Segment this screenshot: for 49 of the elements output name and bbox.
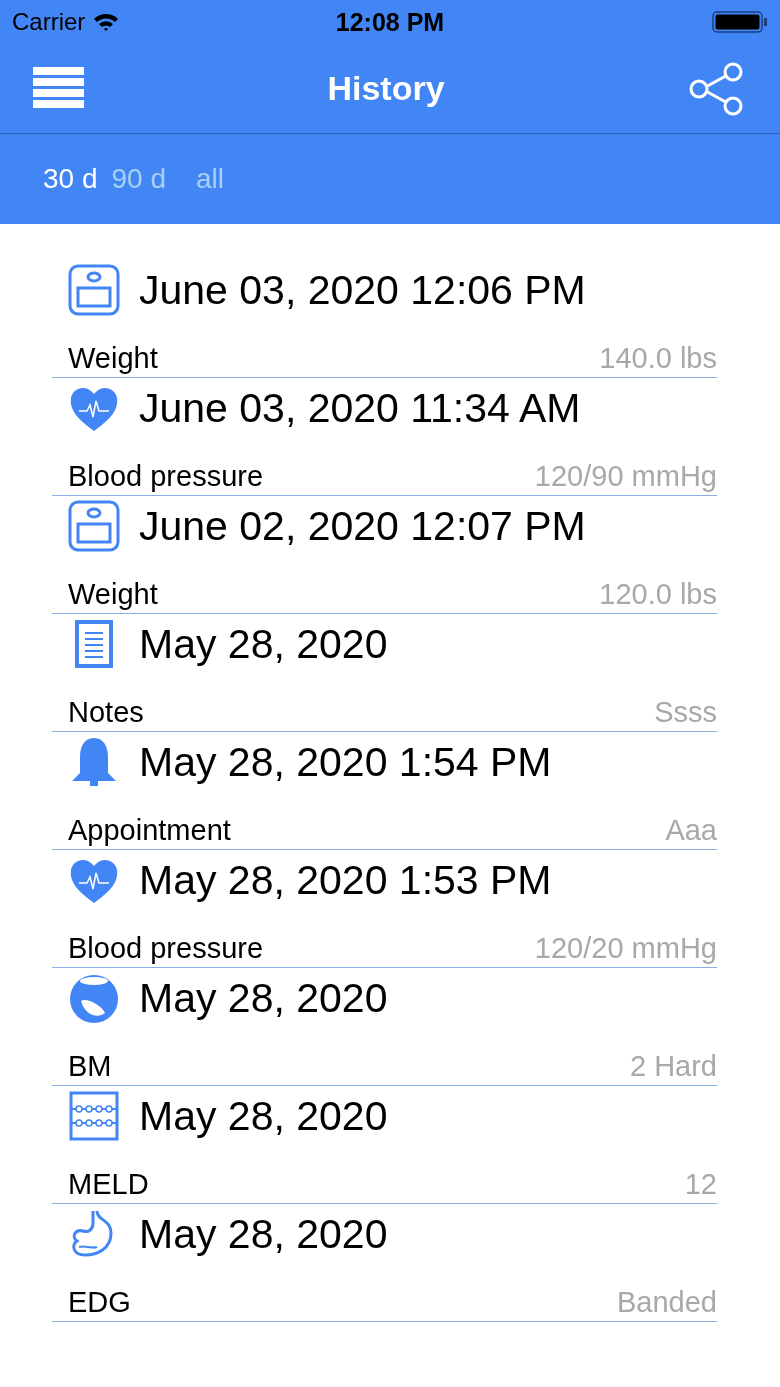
history-entry[interactable]: May 28, 2020 MELD 12	[52, 1086, 717, 1204]
screen-title: History	[327, 69, 445, 108]
entry-value: 2 Hard	[629, 1050, 717, 1083]
entry-date: May 28, 2020	[139, 974, 388, 1022]
battery-icon	[712, 10, 768, 34]
status-time: 12:08 PM	[335, 7, 445, 37]
share-icon	[688, 61, 744, 116]
entry-type: Weight	[68, 342, 158, 375]
scale-icon	[67, 263, 121, 317]
entry-date: May 28, 2020	[139, 1092, 388, 1140]
entry-date: May 28, 2020	[139, 1210, 388, 1258]
range-filter[interactable]: 30 d	[43, 163, 98, 195]
entry-value: 12	[684, 1168, 717, 1201]
entry-type: MELD	[68, 1168, 149, 1201]
entry-date: May 28, 2020	[139, 620, 388, 668]
entry-date: June 03, 2020 11:34 AM	[139, 384, 581, 432]
share-button[interactable]	[688, 61, 744, 116]
wifi-icon	[93, 12, 120, 32]
history-entry[interactable]: May 28, 2020 1:54 PM Appointment Aaa	[52, 732, 717, 850]
entry-value: 140.0 lbs	[599, 342, 717, 375]
entry-type: Weight	[68, 578, 158, 611]
entry-type: Blood pressure	[68, 932, 264, 965]
entry-date: June 03, 2020 12:06 PM	[139, 266, 586, 314]
entry-type: Blood pressure	[68, 460, 264, 493]
entry-type: EDG	[68, 1286, 131, 1319]
entry-value: Ssss	[654, 696, 717, 729]
history-entry[interactable]: June 03, 2020 11:34 AM Blood pressure 120/90 mmHg	[52, 378, 717, 496]
carrier-name: Carrier	[12, 8, 86, 36]
entry-type: Appointment	[68, 814, 231, 847]
history-entry[interactable]: June 03, 2020 12:06 PM Weight 140.0 lbs	[52, 260, 717, 378]
entry-date: June 02, 2020 12:07 PM	[139, 502, 586, 550]
entry-value: 120/90 mmHg	[534, 460, 717, 493]
entry-value: 120.0 lbs	[599, 578, 717, 611]
entry-value: 120/20 mmHg	[534, 932, 717, 965]
abacus-icon	[67, 1089, 121, 1143]
menu-button[interactable]	[33, 67, 84, 110]
entry-date: May 28, 2020 1:53 PM	[139, 856, 552, 904]
scale-icon	[67, 499, 121, 553]
entry-date: May 28, 2020 1:54 PM	[139, 738, 552, 786]
history-entry[interactable]: May 28, 2020 BM 2 Hard	[52, 968, 717, 1086]
entry-value: Aaa	[665, 814, 717, 847]
entry-type: Notes	[68, 696, 144, 729]
history-entry[interactable]: May 28, 2020 1:53 PM Blood pressure 120/20 mmHg	[52, 850, 717, 968]
history-entry[interactable]: May 28, 2020 Notes Ssss	[52, 614, 717, 732]
history-entry[interactable]: May 28, 2020 EDG Banded	[52, 1204, 717, 1322]
menu-icon	[33, 67, 84, 110]
history-entry[interactable]: June 02, 2020 12:07 PM Weight 120.0 lbs	[52, 496, 717, 614]
entry-type: BM	[68, 1050, 112, 1083]
entry-value: Banded	[617, 1286, 717, 1319]
